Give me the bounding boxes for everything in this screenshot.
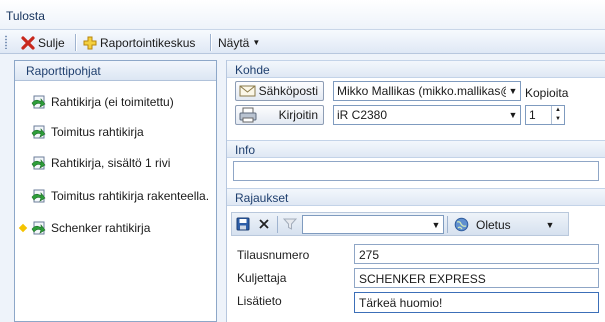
layout-combo[interactable]: Oletus ▼ [472,215,558,234]
template-label: Toimitus rahtikirja rakenteella. [51,189,210,203]
template-label: Rahtikirja (ei toimitettu) [51,95,174,109]
email-recipient-value: Mikko Mallikas (mikko.mallikas@ [337,84,506,98]
reporting-center-label: Raportointikeskus [100,35,196,50]
driver-value: SCHENKER EXPRESS [359,272,486,286]
filters-toolbar: ▼ Oletus ▼ [231,212,569,236]
green-arrow-document-icon [31,156,46,170]
spin-up-icon[interactable]: ▲ [552,106,564,115]
close-button-label: Sulje [38,35,65,50]
printer-button[interactable]: Kirjoitin [235,105,324,125]
template-list-item-selected[interactable]: Schenker rahtikirja [15,217,216,239]
order-number-label: Tilausnumero [237,248,310,262]
green-arrow-document-icon [31,221,46,235]
order-number-field[interactable]: 275 [354,244,599,264]
dropdown-arrow-icon: ▼ [545,219,555,230]
filters-group-header: Rajaukset [227,188,605,206]
close-button[interactable]: Sulje [18,33,68,52]
dropdown-arrow-icon: ▼ [431,219,441,230]
spin-down-icon[interactable]: ▼ [552,115,564,124]
printer-combo[interactable]: iR C2380 ▼ [333,105,521,125]
printer-value: iR C2380 [337,108,388,122]
info-field[interactable] [233,161,599,181]
close-x-icon [21,35,35,50]
toolbar-separator [210,34,211,51]
additional-info-value: Tärkeä huomio! [359,296,443,310]
email-button[interactable]: Sähköposti [235,81,324,101]
copies-label: Kopioita [525,86,569,100]
delete-x-icon[interactable] [257,217,271,231]
template-list-item[interactable]: Toimitus rahtikirja rakenteella. [15,185,216,207]
target-group-header: Kohde [227,60,605,78]
copies-value: 1 [529,108,536,122]
filter-funnel-icon[interactable] [283,217,297,231]
green-arrow-document-icon [31,95,46,109]
order-number-value: 275 [359,248,380,262]
template-list-item[interactable]: Toimitus rahtikirja [15,121,216,143]
view-menu-label: Näytä [218,35,250,50]
green-arrow-document-icon [31,125,46,139]
template-list-item[interactable]: Rahtikirja, sisältö 1 rivi [15,152,216,174]
driver-field[interactable]: SCHENKER EXPRESS [354,268,599,288]
printer-icon [239,107,257,123]
template-list-item[interactable]: Rahtikirja (ei toimitettu) [15,91,216,113]
additional-info-label: Lisätieto [237,294,282,308]
toolbar-separator [75,34,76,51]
print-settings-panel: Kohde Sähköposti Mikko Mallikas (mikko.m… [226,60,605,322]
report-templates-panel: Raporttipohjat Rahtikirja (ei toimitettu… [14,60,217,322]
filters-group: Rajaukset ▼ Oletus ▼ Tilausnumero 275 Ku… [227,188,605,322]
reporting-center-button[interactable]: Raportointikeskus [80,33,198,52]
save-disk-icon[interactable] [236,217,250,231]
window-title: Tulosta [0,0,605,29]
envelope-icon [239,85,256,97]
dropdown-arrow-icon: ▼ [252,38,261,47]
email-button-label: Sähköposti [258,84,318,98]
filter-combo[interactable]: ▼ [302,215,444,234]
template-label: Schenker rahtikirja [51,221,151,235]
favorite-star-icon [18,223,28,233]
view-menu-button[interactable]: Näytä ▼ [215,33,263,52]
additional-info-field[interactable]: Tärkeä huomio! [354,292,599,313]
target-group: Kohde Sähköposti Mikko Mallikas (mikko.m… [227,60,605,140]
plus-icon [83,36,97,49]
layout-value: Oletus [476,217,511,232]
green-arrow-document-icon [31,189,46,203]
window-title-text: Tulosta [6,9,45,23]
info-group: Info [227,140,605,186]
printer-button-label: Kirjoitin [278,108,318,122]
report-templates-header: Raporttipohjat [15,61,216,81]
copies-spinner[interactable]: 1 ▲ ▼ [525,105,565,125]
driver-label: Kuljettaja [237,271,287,285]
email-recipient-combo[interactable]: Mikko Mallikas (mikko.mallikas@ ▼ [333,81,521,101]
report-templates-title: Raporttipohjat [26,64,101,78]
toolbar-grip[interactable] [4,35,8,49]
template-label: Rahtikirja, sisältö 1 rivi [51,156,171,170]
info-group-header: Info [227,140,605,158]
target-group-title: Kohde [235,63,270,77]
filters-group-title: Rajaukset [235,191,289,205]
template-label: Toimitus rahtikirja [51,125,144,139]
globe-icon [454,217,469,232]
toolbar: Sulje Raportointikeskus Näytä ▼ [0,29,605,54]
info-group-title: Info [235,143,256,157]
dropdown-arrow-icon: ▼ [508,110,518,120]
dropdown-arrow-icon: ▼ [508,86,518,96]
